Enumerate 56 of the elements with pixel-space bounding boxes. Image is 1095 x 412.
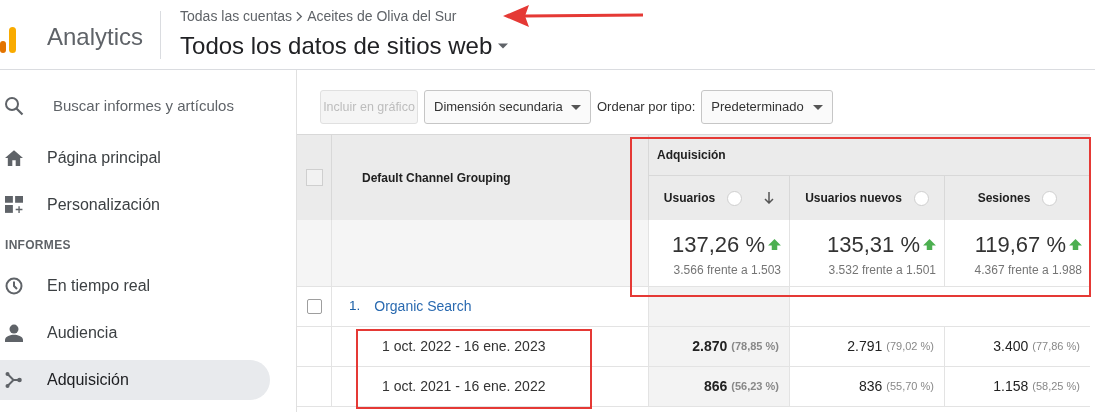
- dashboard-plus-icon: [5, 196, 23, 214]
- metric-value: 119,67 %: [974, 230, 1066, 259]
- metric-value: 3.400: [993, 337, 1029, 356]
- sort-dropdown[interactable]: Predeterminado: [701, 90, 834, 124]
- help-icon: [1042, 190, 1058, 206]
- sort-label: Ordenar por tipo:: [597, 98, 696, 117]
- section-heading: INFORMES: [4, 237, 72, 254]
- help-icon: [913, 190, 929, 206]
- metric-value: 135,31 %: [827, 230, 920, 259]
- column-header[interactable]: Usuarios: [649, 176, 790, 220]
- metric-value: 866: [703, 377, 728, 396]
- nav-item[interactable]: Personalización: [0, 185, 270, 225]
- caret-icon: [813, 104, 824, 110]
- metric-comparison: 4.367 frente a 1.988: [974, 261, 1082, 279]
- metric-value: 2.870: [692, 337, 728, 356]
- home-icon: [5, 149, 23, 167]
- secondary-dimension-dropdown[interactable]: Dimensión secundaria: [424, 90, 591, 124]
- column-header[interactable]: Sesiones: [945, 176, 1090, 220]
- nav-item[interactable]: Adquisición: [0, 360, 270, 400]
- view-selector[interactable]: Todos los datos de sitios web: [180, 27, 509, 64]
- row-index: 1.: [349, 297, 361, 316]
- column-header[interactable]: Usuarios nuevos: [790, 176, 945, 220]
- date-range: 1 oct. 2021 - 16 ene. 2022: [382, 377, 546, 396]
- caret-icon: [498, 42, 509, 49]
- metric-share: (77,86 %): [1032, 339, 1080, 355]
- column-group-header: Adquisición: [657, 147, 726, 164]
- product-name: Analytics: [47, 21, 144, 52]
- metric-comparison: 3.566 frente a 1.503: [673, 261, 781, 279]
- column-header: Default Channel Grouping: [362, 169, 511, 187]
- metric-value: 836: [858, 377, 883, 396]
- metric-share: (79,02 %): [886, 339, 934, 355]
- breadcrumb-link[interactable]: Todas las cuentas: [180, 5, 293, 27]
- search-icon: [4, 96, 24, 116]
- metric-comparison: 3.532 frente a 1.501: [828, 261, 936, 279]
- nav-item[interactable]: Audiencia: [0, 313, 270, 353]
- nav-item[interactable]: Página principal: [0, 138, 270, 178]
- metric-share: (58,25 %): [1032, 379, 1080, 395]
- metric-value: 2.791: [847, 337, 883, 356]
- metric-value: 1.158: [993, 377, 1029, 396]
- checkbox[interactable]: [306, 299, 322, 314]
- date-range: 1 oct. 2022 - 16 ene. 2023: [382, 337, 546, 356]
- breadcrumb-link[interactable]: Aceites de Oliva del Sur: [307, 5, 457, 27]
- help-icon: [727, 190, 743, 206]
- person-icon: [5, 324, 23, 342]
- chevron-right-icon: [296, 10, 304, 22]
- metric-value: 137,26 %: [672, 230, 765, 259]
- search-field[interactable]: Buscar informes y artículos: [0, 92, 296, 120]
- select-all-checkbox[interactable]: [305, 169, 323, 186]
- metric-share: (56,23 %): [731, 379, 779, 395]
- nav-item[interactable]: En tiempo real: [0, 266, 270, 306]
- metric-share: (55,70 %): [886, 379, 934, 395]
- caret-icon: [571, 104, 581, 110]
- fork-icon: [5, 371, 23, 389]
- clock-icon: [5, 277, 23, 295]
- channel-link[interactable]: Organic Search: [374, 296, 472, 317]
- metric-share: (78,85 %): [731, 339, 779, 355]
